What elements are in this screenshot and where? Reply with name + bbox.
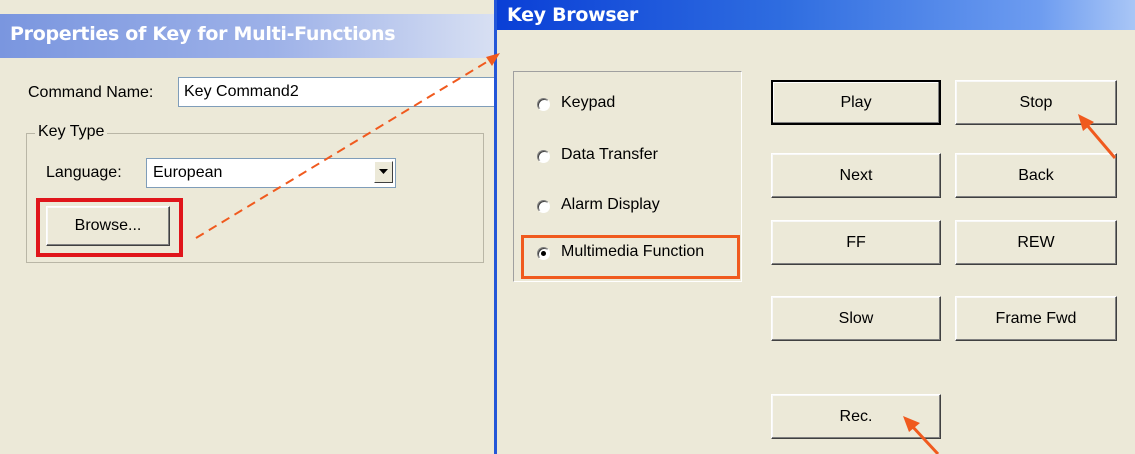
next-button[interactable]: Next <box>771 153 941 198</box>
rew-button[interactable]: REW <box>955 220 1117 265</box>
dropdown-arrow-icon[interactable] <box>374 161 393 183</box>
back-button[interactable]: Back <box>955 153 1117 198</box>
radio-data-transfer[interactable] <box>537 150 550 163</box>
radio-keypad[interactable] <box>537 98 550 111</box>
ff-button[interactable]: FF <box>771 220 941 265</box>
frame-fwd-button[interactable]: Frame Fwd <box>955 296 1117 341</box>
radio-keypad-label: Keypad <box>561 94 616 111</box>
rec-button[interactable]: Rec. <box>771 394 941 439</box>
browse-highlight-box <box>36 198 183 257</box>
radio-alarm-display[interactable] <box>537 200 550 213</box>
properties-dialog: Properties of Key for Multi-Functions Co… <box>0 0 496 454</box>
radio-alarm-display-label: Alarm Display <box>561 196 660 213</box>
key-browser-title: Key Browser <box>497 0 1135 30</box>
multimedia-highlight-box <box>521 235 740 279</box>
language-selected-value: European <box>153 164 223 181</box>
properties-dialog-title: Properties of Key for Multi-Functions <box>0 14 496 58</box>
language-select[interactable]: European <box>146 158 396 188</box>
command-name-input[interactable]: Key Command2 <box>178 77 496 107</box>
radio-data-transfer-label: Data Transfer <box>561 146 658 163</box>
slow-button[interactable]: Slow <box>771 296 941 341</box>
play-button[interactable]: Play <box>771 80 941 125</box>
window-divider <box>494 0 497 454</box>
stop-button[interactable]: Stop <box>955 80 1117 125</box>
language-label: Language: <box>46 164 122 181</box>
command-name-label: Command Name: <box>28 84 154 101</box>
key-type-label: Key Type <box>35 123 108 141</box>
